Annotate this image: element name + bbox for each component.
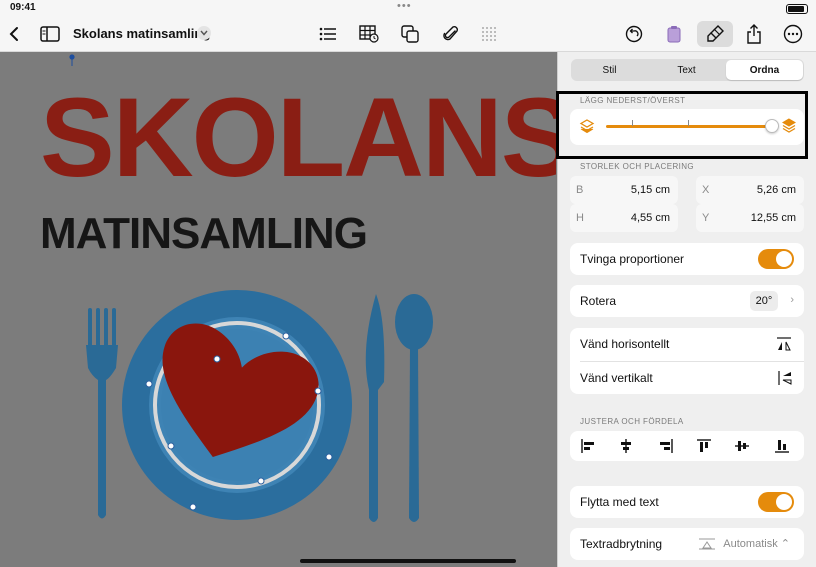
toolbar: Skolans matinsamling bbox=[0, 16, 816, 52]
rotate-row: Rotera 20° › bbox=[570, 285, 804, 317]
knife-icon bbox=[365, 294, 385, 522]
table-icon[interactable] bbox=[357, 22, 381, 46]
flip-vertical-label: Vänd vertikalt bbox=[580, 371, 653, 385]
layer-section-label: LÄGG NEDERST/ÖVERST bbox=[580, 96, 686, 105]
text-wrap-icon bbox=[699, 538, 715, 550]
layer-slider-card bbox=[570, 109, 804, 145]
move-with-text-label: Flytta med text bbox=[580, 495, 659, 509]
rotate-value[interactable]: 20° bbox=[750, 291, 778, 311]
undo-icon[interactable] bbox=[622, 22, 646, 46]
constrain-label: Tvinga proportioner bbox=[580, 252, 685, 266]
chevron-down-icon[interactable] bbox=[197, 26, 211, 40]
slider-tick bbox=[688, 120, 689, 126]
battery-icon bbox=[786, 4, 808, 14]
align-bottom-icon[interactable] bbox=[774, 438, 790, 454]
status-time: 09:41 bbox=[10, 2, 36, 13]
tab-ordna[interactable]: Ordna bbox=[726, 60, 803, 80]
tab-text[interactable]: Text bbox=[648, 59, 725, 81]
text-wrap-value-text: Automatisk bbox=[723, 538, 778, 550]
height-label: H bbox=[576, 212, 584, 224]
plate-illustration bbox=[86, 290, 433, 522]
x-label: X bbox=[702, 184, 710, 196]
flip-horizontal-label: Vänd horisontellt bbox=[580, 337, 670, 351]
layer-slider-thumb[interactable] bbox=[765, 119, 779, 133]
document-canvas[interactable]: SKOLANS MATINSAMLING bbox=[0, 52, 556, 567]
back-icon[interactable] bbox=[2, 22, 26, 46]
width-value: 5,15 cm bbox=[630, 184, 670, 196]
text-wrap-value[interactable]: Automatisk ⌃ bbox=[723, 537, 790, 550]
sidebar-icon[interactable] bbox=[38, 22, 62, 46]
status-bar: 09:41 ••• bbox=[0, 0, 816, 16]
shapes-icon[interactable] bbox=[398, 22, 422, 46]
document-title[interactable]: Skolans matinsamling bbox=[73, 26, 210, 41]
share-icon[interactable] bbox=[742, 22, 766, 46]
constrain-toggle[interactable] bbox=[758, 249, 794, 269]
home-indicator[interactable] bbox=[300, 559, 516, 563]
spoon-icon bbox=[395, 294, 433, 522]
format-brush-icon[interactable] bbox=[703, 22, 727, 46]
chevron-right-icon[interactable]: › bbox=[790, 294, 794, 306]
move-with-text-toggle[interactable] bbox=[758, 492, 794, 512]
document-subheading[interactable]: MATINSAMLING bbox=[40, 212, 368, 256]
fork-icon bbox=[86, 308, 118, 519]
inspector-panel: Stil Text Ordna LÄGG NEDERST/ÖVERST STOR… bbox=[556, 52, 816, 567]
x-field[interactable]: X 5,26 cm bbox=[696, 176, 804, 204]
constrain-row: Tvinga proportioner bbox=[570, 243, 804, 275]
width-field[interactable]: B 5,15 cm bbox=[570, 176, 678, 204]
align-middle-icon[interactable] bbox=[734, 438, 750, 454]
slider-tick bbox=[632, 120, 633, 126]
flip-card: Vänd horisontellt Vänd vertikalt bbox=[570, 328, 804, 394]
grid-icon[interactable] bbox=[477, 22, 501, 46]
align-center-icon[interactable] bbox=[618, 438, 634, 454]
inspector-tabs: Stil Text Ordna bbox=[571, 59, 804, 81]
flip-horizontal-row[interactable]: Vänd horisontellt bbox=[570, 328, 804, 360]
width-label: B bbox=[576, 184, 584, 196]
list-icon[interactable] bbox=[316, 22, 340, 46]
x-value: 5,26 cm bbox=[756, 184, 796, 196]
flip-horizontal-icon[interactable] bbox=[776, 337, 792, 351]
height-value: 4,55 cm bbox=[630, 212, 670, 224]
layers-back-icon[interactable] bbox=[579, 118, 595, 134]
size-section-label: STORLEK OCH PLACERING bbox=[580, 162, 695, 171]
align-right-icon[interactable] bbox=[658, 438, 674, 454]
rotate-label: Rotera bbox=[580, 294, 617, 308]
y-field[interactable]: Y 12,55 cm bbox=[696, 204, 804, 232]
y-value: 12,55 cm bbox=[750, 212, 796, 224]
flip-vertical-icon[interactable] bbox=[778, 370, 792, 386]
collab-icon[interactable] bbox=[662, 22, 686, 46]
text-wrap-row[interactable]: Textradbrytning Automatisk ⌃ bbox=[570, 528, 804, 560]
paperclip-icon[interactable] bbox=[439, 22, 463, 46]
multitask-dots[interactable]: ••• bbox=[397, 0, 412, 12]
layers-front-icon[interactable] bbox=[781, 118, 797, 134]
text-cursor-icon bbox=[69, 54, 75, 66]
align-buttons bbox=[570, 431, 804, 461]
tab-stil[interactable]: Stil bbox=[571, 59, 648, 81]
more-icon[interactable] bbox=[781, 22, 805, 46]
flip-vertical-row[interactable]: Vänd vertikalt bbox=[570, 362, 804, 394]
y-label: Y bbox=[702, 212, 710, 224]
align-left-icon[interactable] bbox=[580, 438, 596, 454]
align-section-label: JUSTERA OCH FÖRDELA bbox=[580, 417, 684, 426]
text-wrap-label: Textradbrytning bbox=[580, 537, 663, 551]
align-top-icon[interactable] bbox=[696, 438, 712, 454]
move-with-text-row: Flytta med text bbox=[570, 486, 804, 518]
height-field[interactable]: H 4,55 cm bbox=[570, 204, 678, 232]
document-heading[interactable]: SKOLANS bbox=[40, 82, 556, 194]
